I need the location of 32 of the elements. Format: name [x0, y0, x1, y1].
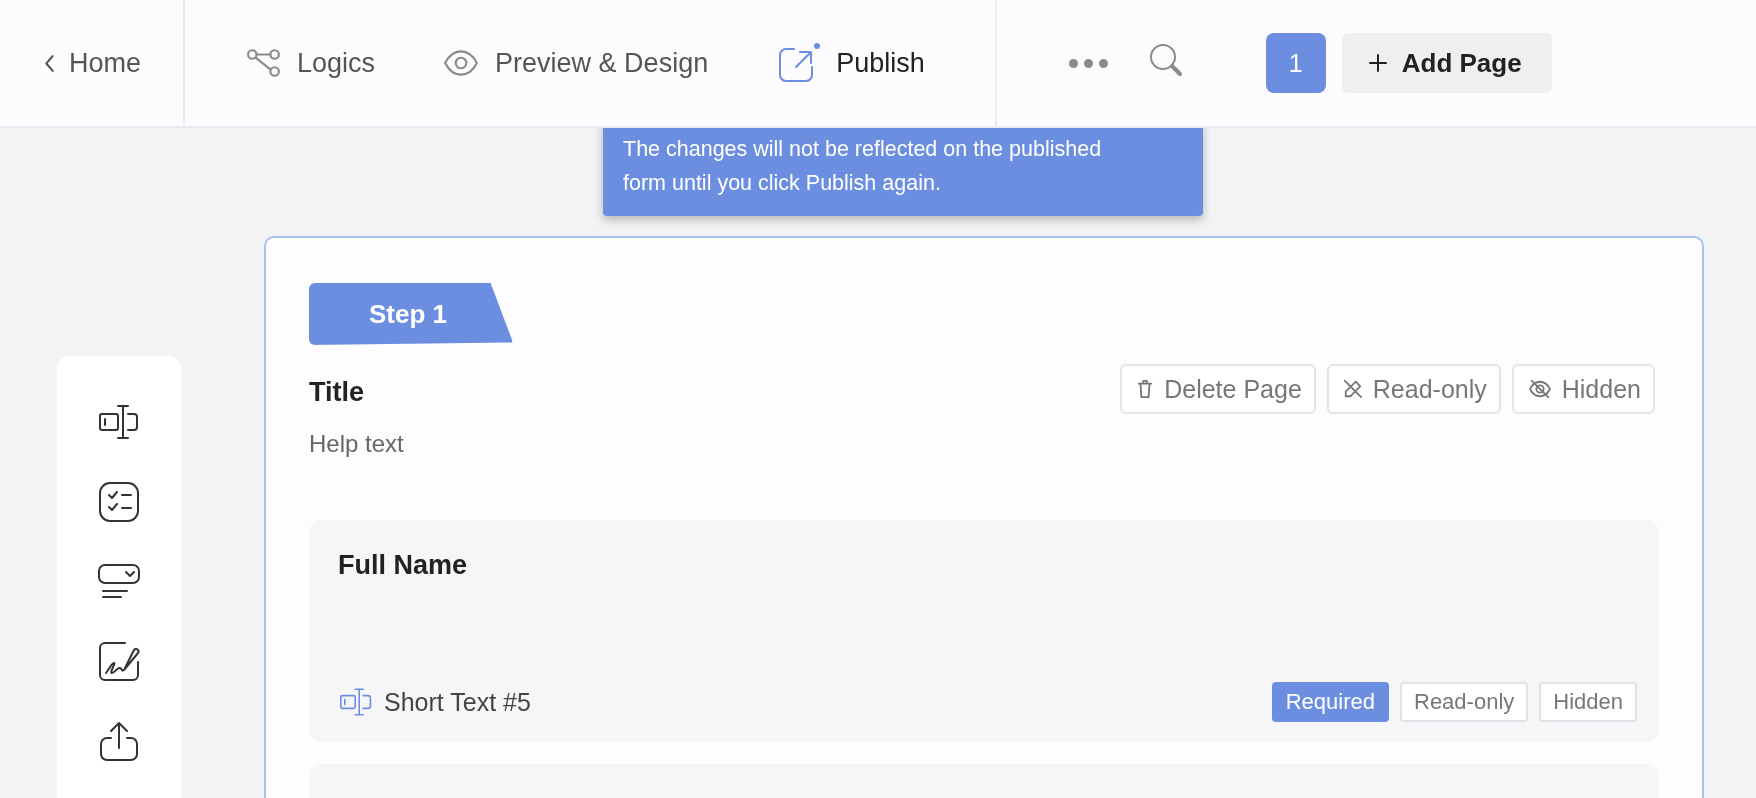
- field-toggle[interactable]: Read-only: [1400, 682, 1529, 722]
- page-action-button[interactable]: Hidden: [1511, 364, 1655, 414]
- checklist-icon[interactable]: [97, 480, 141, 524]
- plus-icon: [1367, 53, 1388, 73]
- signature-icon[interactable]: [97, 640, 141, 682]
- text-field-icon: [338, 686, 374, 718]
- more-icon[interactable]: [1068, 58, 1108, 68]
- external-link-icon: [776, 43, 821, 83]
- help-text: Help text: [309, 430, 404, 458]
- pencil-off-icon: [1342, 379, 1363, 399]
- page-number-button[interactable]: 1: [1265, 33, 1326, 93]
- field-toggle[interactable]: Hidden: [1539, 682, 1637, 722]
- chevron-left-icon: [44, 53, 55, 73]
- field-type-label: Short Text #5: [384, 687, 531, 717]
- upload-icon[interactable]: [97, 720, 141, 764]
- field-card[interactable]: Full Name Short Text #5 Required Read-only Hidden: [309, 520, 1659, 742]
- eye-icon: [443, 49, 480, 77]
- add-page-button[interactable]: Add Page: [1341, 33, 1552, 93]
- field-label: Full Name: [338, 550, 469, 581]
- trash-icon: [1136, 379, 1155, 399]
- field-toggle[interactable]: Required: [1271, 682, 1389, 722]
- page-title: Title: [309, 377, 365, 408]
- text-field-icon[interactable]: [97, 402, 141, 442]
- nav-tab[interactable]: Preview & Design: [443, 47, 709, 79]
- eye-off-icon: [1527, 379, 1552, 399]
- nav-tab[interactable]: Publish: [776, 43, 925, 83]
- nodes-icon: [247, 48, 282, 78]
- nav-tab[interactable]: Logics: [247, 47, 376, 79]
- home-link[interactable]: Home: [0, 0, 186, 126]
- step-tab[interactable]: Step 1: [309, 283, 514, 345]
- page-action-button[interactable]: Read-only: [1326, 364, 1501, 414]
- page-action-button[interactable]: Delete Page: [1120, 364, 1316, 414]
